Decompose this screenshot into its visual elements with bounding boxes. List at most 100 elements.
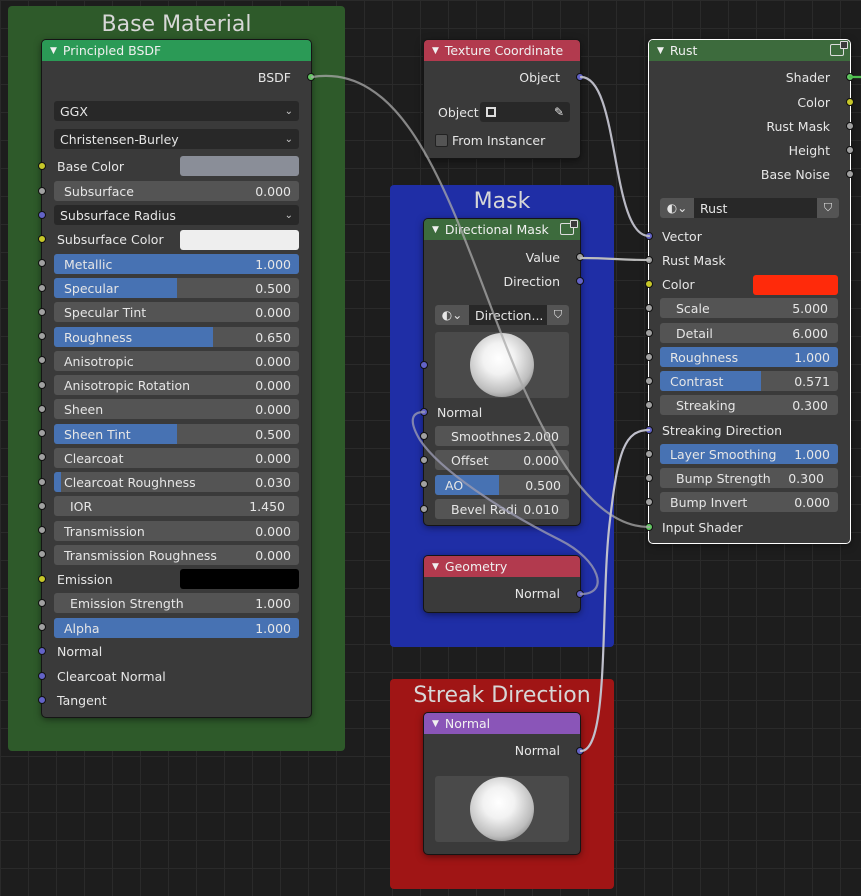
alpha-field[interactable]: Alpha 1.000 [54, 618, 299, 638]
socket-contrast[interactable] [645, 377, 653, 385]
emission-strength-field[interactable]: Emission Strength 1.000 [54, 593, 299, 613]
roughness-field[interactable]: Roughness 1.000 [660, 347, 838, 367]
socket-unused-input[interactable] [420, 361, 428, 369]
collapse-arrow-icon[interactable]: ▼ [432, 719, 439, 729]
bump-strength-field[interactable]: Bump Strength 0.300 [660, 468, 838, 488]
normal-direction-ball[interactable] [435, 776, 569, 842]
socket-detail[interactable] [645, 329, 653, 337]
socket-specular[interactable] [38, 284, 46, 292]
socket-normal-output[interactable] [576, 590, 584, 598]
socket-anisotropic-rotation[interactable] [38, 381, 46, 389]
node-geometry[interactable]: ▼ Geometry Normal [423, 555, 584, 613]
node-group-selector[interactable]: ◐⌄ Rust ⛉ [660, 198, 839, 218]
socket-normal[interactable] [420, 408, 428, 416]
socket-normal[interactable] [38, 647, 46, 655]
socket-height-output[interactable] [846, 146, 854, 154]
subsurface-radius-dropdown[interactable]: Subsurface Radius ⌄ [54, 205, 299, 225]
socket-clearcoat[interactable] [38, 453, 46, 461]
socket-offset[interactable] [420, 456, 428, 464]
subsurface-field[interactable]: Subsurface 0.000 [54, 181, 299, 201]
collapse-arrow-icon[interactable]: ▼ [432, 225, 439, 235]
socket-clearcoat-roughness[interactable] [38, 478, 46, 486]
node-texture-coordinate[interactable]: ▼ Texture Coordinate Object Object: ✎ Fr… [423, 39, 584, 159]
distribution-dropdown[interactable]: GGX ⌄ [54, 101, 299, 121]
socket-object-output[interactable] [576, 73, 584, 81]
socket-transmission[interactable] [38, 526, 46, 534]
socket-bsdf-output[interactable] [307, 73, 315, 81]
streaking-field[interactable]: Streaking 0.300 [660, 395, 838, 415]
layer-smoothing-field[interactable]: Layer Smoothing 1.000 [660, 444, 838, 464]
socket-smoothness[interactable] [420, 432, 428, 440]
offset-field[interactable]: Offset 0.000 [435, 450, 569, 470]
node-group-icon[interactable] [560, 220, 578, 235]
socket-input-shader[interactable] [645, 523, 653, 531]
node-directional-mask[interactable]: ▼ Directional Mask Value Direction ◐⌄ Di… [420, 218, 584, 526]
ao-field[interactable]: AO 0.500 [435, 475, 569, 495]
socket-subsurface-color[interactable] [38, 235, 46, 243]
socket-streaking[interactable] [645, 401, 653, 409]
subsurface-method-dropdown[interactable]: Christensen-Burley ⌄ [54, 129, 299, 149]
node-header[interactable]: ▼ Geometry [424, 556, 580, 577]
fake-user-shield-icon[interactable]: ⛉ [817, 198, 839, 218]
node-rust[interactable]: ▼ Rust Shader Color Rust Mask Height Bas… [645, 39, 854, 544]
node-group-icon[interactable] [830, 41, 848, 56]
base-color-swatch[interactable] [180, 156, 299, 176]
socket-normal-output[interactable] [576, 747, 584, 755]
sheen-tint-field[interactable]: Sheen Tint 0.500 [54, 424, 299, 444]
socket-color-output[interactable] [846, 98, 854, 106]
socket-ao[interactable] [420, 480, 428, 488]
socket-scale[interactable] [645, 304, 653, 312]
socket-rust-mask[interactable] [645, 256, 653, 264]
socket-layer-smoothing[interactable] [645, 450, 653, 458]
subsurface-color-swatch[interactable] [180, 230, 299, 250]
socket-subsurface[interactable] [38, 187, 46, 195]
specular-tint-field[interactable]: Specular Tint 0.000 [54, 302, 299, 322]
collapse-arrow-icon[interactable]: ▼ [657, 46, 664, 56]
node-normal[interactable]: ▼ Normal Normal [423, 712, 584, 855]
transmission-roughness-field[interactable]: Transmission Roughness 0.000 [54, 545, 299, 565]
transmission-field[interactable]: Transmission 0.000 [54, 521, 299, 541]
socket-bump-strength[interactable] [645, 474, 653, 482]
node-header[interactable]: ▼ Texture Coordinate [424, 40, 580, 61]
node-header[interactable]: ▼ Normal [424, 713, 580, 734]
socket-clearcoat-normal[interactable] [38, 672, 46, 680]
socket-base-color[interactable] [38, 162, 46, 170]
anisotropic-field[interactable]: Anisotropic 0.000 [54, 351, 299, 371]
anisotropic-rotation-field[interactable]: Anisotropic Rotation 0.000 [54, 375, 299, 395]
specular-field[interactable]: Specular 0.500 [54, 278, 299, 298]
bevel-radius-field[interactable]: Bevel Radi 0.010 [435, 499, 569, 519]
socket-roughness[interactable] [645, 353, 653, 361]
rust-color-swatch[interactable] [753, 275, 838, 295]
clearcoat-roughness-field[interactable]: Clearcoat Roughness 0.030 [54, 472, 299, 492]
socket-subsurface-radius[interactable] [38, 211, 46, 219]
collapse-arrow-icon[interactable]: ▼ [432, 46, 439, 56]
node-header[interactable]: ▼ Directional Mask [424, 219, 580, 240]
object-picker[interactable]: ✎ [480, 102, 570, 122]
node-principled-bsdf[interactable]: ▼ Principled BSDF BSDF GGX ⌄ Christensen-… [38, 39, 315, 718]
socket-emission[interactable] [38, 575, 46, 583]
socket-metallic[interactable] [38, 259, 46, 267]
collapse-arrow-icon[interactable]: ▼ [50, 46, 57, 56]
socket-alpha[interactable] [38, 623, 46, 631]
socket-bump-invert[interactable] [645, 498, 653, 506]
socket-direction-output[interactable] [576, 277, 584, 285]
node-group-selector[interactable]: ◐⌄ Direction... ⛉ [435, 305, 569, 325]
contrast-field[interactable]: Contrast 0.571 [660, 371, 838, 391]
smoothness-field[interactable]: Smoothnes 2.000 [435, 426, 569, 446]
socket-bevel-radius[interactable] [420, 505, 428, 513]
bump-invert-field[interactable]: Bump Invert 0.000 [660, 492, 838, 512]
socket-specular-tint[interactable] [38, 308, 46, 316]
socket-color[interactable] [645, 280, 653, 288]
node-header[interactable]: ▼ Rust [649, 40, 850, 61]
clearcoat-field[interactable]: Clearcoat 0.000 [54, 448, 299, 468]
socket-sheen-tint[interactable] [38, 429, 46, 437]
ior-field[interactable]: IOR 1.450 [54, 496, 299, 516]
metallic-field[interactable]: Metallic 1.000 [54, 254, 299, 274]
sheen-field[interactable]: Sheen 0.000 [54, 399, 299, 419]
socket-shader-output[interactable] [846, 73, 854, 81]
node-header[interactable]: ▼ Principled BSDF [42, 40, 311, 61]
socket-emission-strength[interactable] [38, 599, 46, 607]
socket-sheen[interactable] [38, 405, 46, 413]
socket-tangent[interactable] [38, 696, 46, 704]
detail-field[interactable]: Detail 6.000 [660, 323, 838, 343]
